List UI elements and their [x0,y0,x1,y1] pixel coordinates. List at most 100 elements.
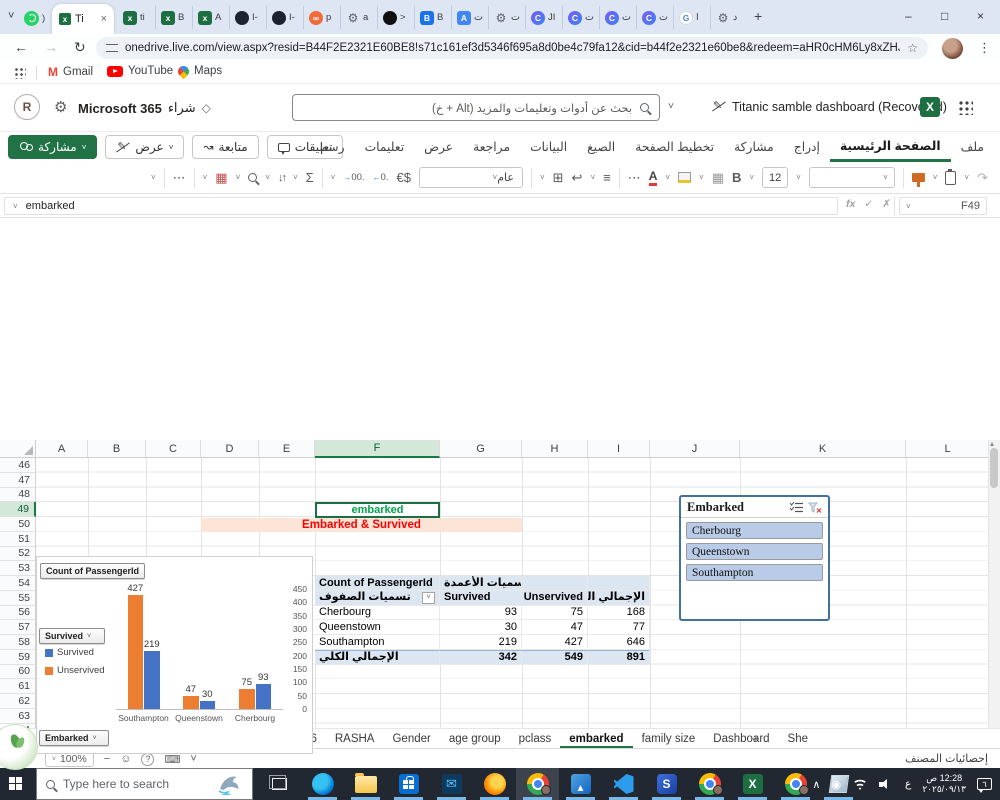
scrollbar-thumb[interactable] [990,448,998,488]
catch-up-button[interactable]: ↝ متابعة [192,135,259,159]
ribbon-tab-item[interactable]: البيانات [520,132,577,162]
apps-grid-icon[interactable] [14,67,26,79]
taskbar-photos-button[interactable]: ▲ [559,768,602,800]
chevron-down-icon[interactable]: ˅ [331,173,336,182]
decrease-decimal-icon[interactable]: .0← [373,172,389,183]
browser-tab-excel[interactable]: xA [192,6,229,29]
browser-tab-power[interactable]: I- [266,6,303,29]
sheet-tab-dashboard[interactable]: Dashboard [704,729,778,749]
paste-icon[interactable] [945,168,957,185]
forward-icon[interactable]: → [44,39,58,55]
chevron-down-icon[interactable]: ˅ [236,173,241,182]
slicer-item-queenstown[interactable]: Queenstown [686,543,823,560]
font-size-select[interactable]: 12 [762,167,789,188]
bookmark-youtube[interactable]: YouTube [107,65,173,77]
column-header-A[interactable]: A [36,440,88,458]
redo-icon[interactable]: ↷ [977,170,988,186]
increase-decimal-icon[interactable]: .00→ [343,172,364,183]
chevron-down-icon[interactable]: ˅ [151,173,156,182]
share-button[interactable]: مشاركة ˅ [8,135,98,159]
name-box[interactable]: ˅ F49 [899,197,987,215]
row-header-57[interactable]: 57 [0,620,36,635]
ribbon-tab-item[interactable]: مشاركة [724,132,784,162]
clear-filter-icon[interactable] [808,502,822,514]
sheet-tab-age-group[interactable]: age group [440,729,510,749]
ribbon-tab-item[interactable]: رسم [310,132,354,162]
workbook-statistics[interactable]: إحصائيات المصنف [905,752,988,765]
volume-icon[interactable] [879,778,894,790]
pivot-table[interactable]: Count of PassengerId تسميات الأعمدة˅ تسم… [315,576,650,665]
tab-search-chevron-icon[interactable]: ˅ [8,10,14,22]
office-search-input[interactable]: بحث عن أدوات وتعليمات والمزيد (Alt + خ) [292,94,660,121]
browser-tab-whatsapp[interactable]: ) [24,7,45,29]
wifi-icon[interactable] [852,778,869,790]
ribbon-tab-item[interactable]: تعليمات [355,132,415,162]
chevron-down-icon[interactable]: ˅ [203,173,208,182]
start-button-icon[interactable] [9,777,22,790]
chart-bar-unservived[interactable] [239,689,255,709]
document-title[interactable]: Titanic samble dashboard (Recovered) [732,100,947,114]
app-launcher-icon[interactable] [958,100,973,115]
keyboard-icon[interactable]: ⌨ [164,753,180,766]
row-header-51[interactable]: 51 [0,531,36,547]
find-icon[interactable] [248,173,258,182]
column-header-L[interactable]: L [906,440,990,458]
account-avatar[interactable]: R [14,94,40,120]
chevron-down-icon[interactable]: ˅ [668,101,674,112]
number-format-select[interactable]: عام ˅ [418,167,523,188]
browser-tab-dot[interactable]: > [377,6,414,29]
browser-tab-power[interactable]: I- [229,6,266,29]
row-header-48[interactable]: 48 [0,487,36,503]
close-tab-icon[interactable]: × [101,13,107,25]
browser-tab-cai[interactable]: Cت [562,6,599,29]
sheet-tab-gender[interactable]: Gender [383,729,439,749]
scroll-up-icon[interactable]: ▴ [990,439,994,448]
enter-icon[interactable]: ✓ [864,198,873,210]
sheet-tab-rasha[interactable]: RASHA [326,729,384,749]
active-cell-f49[interactable]: embarked [315,502,440,518]
font-color-icon[interactable]: A [648,169,658,186]
chevron-down-icon[interactable]: ˅ [964,173,969,182]
window-maximize-icon[interactable]: □ [941,9,948,23]
clock[interactable]: 12:28 ص ٢٠٢٥/٠٩/١٣ [922,773,966,796]
browser-tab-gear[interactable]: ⚙ a [340,6,377,29]
spreadsheet-grid[interactable]: ABCDEFGHIJKL 46 47 48 49 50 51 52 53 54 55 56 57 58 5… [0,218,1000,800]
column-header-E[interactable]: E [259,440,315,458]
ribbon-tab-item[interactable]: تخطيط الصفحة [625,132,724,162]
browser-tab-translate[interactable]: Aت [451,6,488,29]
formula-input[interactable]: ˅ embarked [4,197,838,215]
window-close-icon[interactable]: × [977,9,984,23]
row-header-61[interactable]: 61 [0,679,36,694]
chevron-down-icon[interactable]: ˅ [590,173,595,182]
row-header-53[interactable]: 53 [0,561,36,576]
row-header-58[interactable]: 58 [0,635,36,650]
browser-tab-google[interactable]: Gا [673,6,710,29]
column-header-D[interactable]: D [201,440,259,458]
row-header-54[interactable]: 54 [0,576,36,591]
help-icon[interactable]: ? [141,752,155,766]
browser-tab-gear[interactable]: ⚙ د [710,6,747,29]
taskbar-excel-button[interactable]: X [731,768,774,800]
chart-bar-survived[interactable] [144,650,160,709]
taskbar-edge-button[interactable] [301,768,344,800]
row-header-50[interactable]: 50 [0,517,36,532]
chevron-down-icon[interactable]: ˅ [796,173,801,182]
slicer-embarked[interactable]: Embarked Cherbourg Queenstown Southampton [679,495,830,621]
chart-legend-field-button[interactable]: Survived ˅ [39,628,105,644]
browser-tab-cai[interactable]: Cت [599,6,636,29]
column-header-H[interactable]: H [522,440,588,458]
taskbar-mail-button[interactable]: ✉ [430,768,473,800]
column-header-B[interactable]: B [88,440,146,458]
currency-icon[interactable]: $€ [396,170,410,185]
gear-icon[interactable]: ⚙ [54,98,67,116]
buy-link[interactable]: شراء [168,100,196,116]
chevron-down-icon[interactable]: ˅ [749,173,754,182]
taskbar-chrome-button[interactable] [516,768,559,800]
select-all-corner[interactable] [0,440,36,458]
row-header-46[interactable]: 46 [0,458,36,473]
sheet-tab-she[interactable]: She [779,729,817,749]
taskbar-search-input[interactable]: Type here to search [36,768,253,800]
row-header-55[interactable]: 55 [0,590,36,606]
record-icon[interactable]: ◉ [831,778,841,791]
browser-tab-cai[interactable]: C JI [525,6,562,29]
